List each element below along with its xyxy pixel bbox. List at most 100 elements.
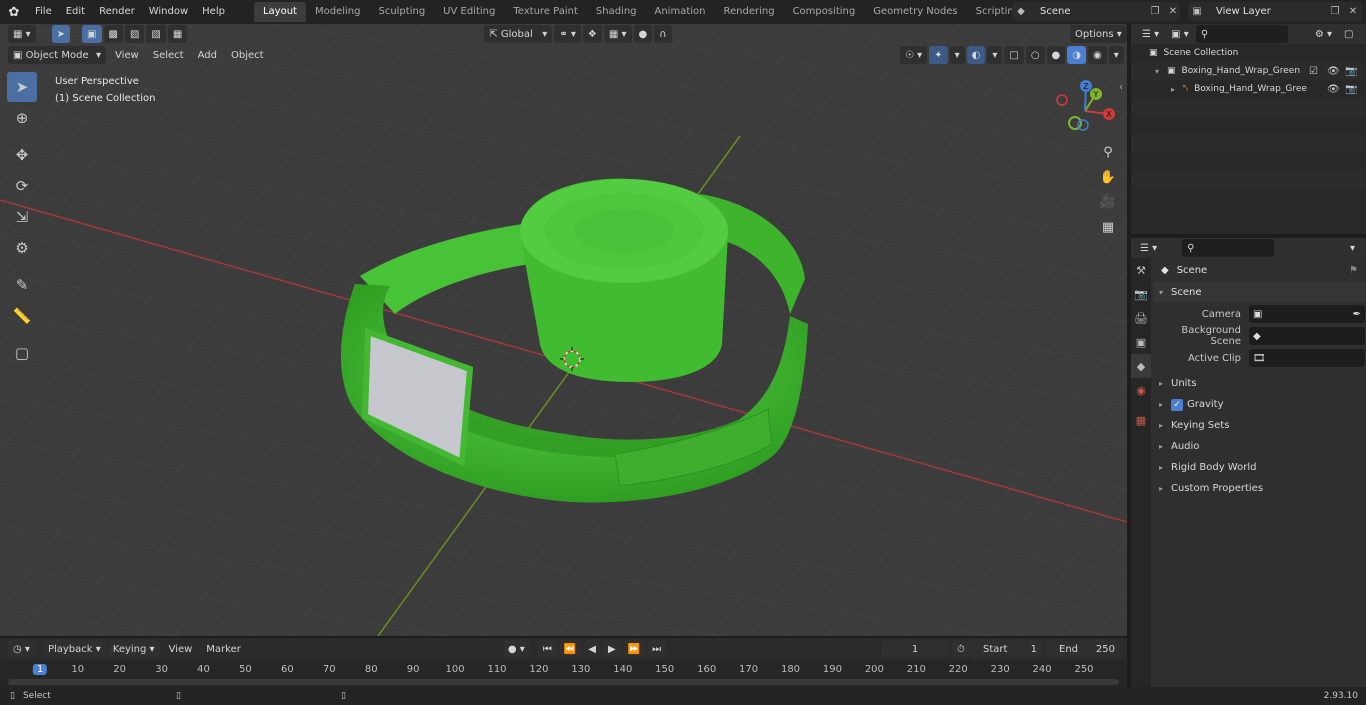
prev-keyframe-icon[interactable]: ⏪ [558, 640, 582, 658]
xray-toggle-icon[interactable]: □ [1004, 46, 1024, 64]
active-clip-field[interactable]: 🎞 [1249, 349, 1365, 367]
transform-orientation-select[interactable]: ⇱ Global ▾ [484, 25, 553, 43]
neg-x-handle[interactable] [1056, 94, 1068, 106]
outliner-row-scene-collection[interactable]: ▣ Scene Collection [1131, 44, 1366, 62]
tool-tab-icon[interactable]: ⚒ [1131, 258, 1151, 282]
overlay-menu-button[interactable]: ▾ [987, 46, 1003, 64]
playback-menu[interactable]: Playback ▾ [42, 640, 106, 658]
filter-icon[interactable]: ⚙ ▾ [1309, 25, 1337, 43]
render-camera-icon[interactable]: 📷 [1345, 84, 1357, 95]
outliner-row-object[interactable]: ▸ ⤣ Boxing_Hand_Wrap_Gree 👁 📷 [1131, 80, 1366, 98]
new-collection-icon[interactable]: ▢ [1339, 25, 1359, 43]
tab-layout[interactable]: Layout [253, 2, 306, 22]
move-tool-icon[interactable]: ✥ [7, 140, 37, 170]
outliner-editor-type-button[interactable]: ☰ ▾ [1137, 25, 1165, 43]
measure-tool-icon[interactable]: 📏 [7, 301, 37, 331]
properties-search-input[interactable]: ⚲ [1182, 239, 1275, 257]
camera-field[interactable]: ▣ ✒ [1249, 305, 1365, 323]
rigid-body-world-panel-header[interactable]: ▸ Rigid Body World [1153, 457, 1366, 478]
keying-sets-panel-header[interactable]: ▸ Keying Sets [1153, 415, 1366, 436]
menu-render[interactable]: Render [92, 0, 142, 24]
view-layer-selector[interactable]: ▣ View Layer ❐ ✕ [1188, 2, 1362, 21]
jump-end-icon[interactable]: ⏭ [647, 640, 667, 658]
visibility-icon[interactable]: ☉ ▾ [900, 46, 928, 64]
editor-type-button[interactable]: ▦ ▾ [8, 25, 36, 43]
tab-rendering[interactable]: Rendering [714, 2, 783, 22]
pin-icon[interactable]: ⚑ [1349, 265, 1358, 276]
keying-menu[interactable]: Keying ▾ [107, 640, 160, 658]
expand-arrow-icon[interactable]: ▾ [1155, 67, 1167, 76]
outliner-row-collection[interactable]: ▾ ▣ Boxing_Hand_Wrap_Green ☑ 👁 📷 [1131, 62, 1366, 80]
timeline-view-menu[interactable]: View [162, 644, 200, 655]
expand-arrow-icon[interactable]: ▸ [1171, 85, 1183, 94]
preview-range-icon[interactable]: ⏱ [952, 640, 970, 658]
menu-edit[interactable]: Edit [59, 0, 92, 24]
timeline-editor-type-button[interactable]: ◷ ▾ [8, 640, 35, 658]
auto-keying-button[interactable]: ● ▾ [502, 640, 530, 658]
snap-toggle-button[interactable]: ❖ [582, 25, 602, 43]
properties-editor-type-button[interactable]: ☰ ▾ [1135, 239, 1163, 257]
pivot-point-button[interactable]: ⚭ ▾ [554, 25, 581, 43]
camera-view-icon[interactable]: 🎥 [1096, 190, 1120, 214]
tab-animation[interactable]: Animation [646, 2, 715, 22]
overlay-toggle-icon[interactable]: ◐ [966, 46, 986, 64]
units-panel-header[interactable]: ▸ Units [1153, 373, 1366, 394]
neg-z-handle[interactable] [1077, 119, 1089, 131]
scene-tab-icon[interactable]: ◆ [1131, 354, 1151, 378]
next-keyframe-icon[interactable]: ⏩ [622, 640, 646, 658]
gizmo-menu-button[interactable]: ▾ [949, 46, 965, 64]
scene-panel-header[interactable]: ▾ Scene [1153, 282, 1366, 302]
blender-logo-icon[interactable]: ✿ [0, 0, 28, 24]
end-frame-field[interactable]: End 250 [1046, 640, 1120, 658]
render-tab-icon[interactable]: 📷 [1131, 282, 1151, 306]
select-mode-new-button[interactable]: ▣ [82, 25, 102, 43]
menu-help[interactable]: Help [195, 0, 232, 24]
options-button[interactable]: Options ▾ [1070, 25, 1127, 43]
render-camera-icon[interactable]: 📷 [1345, 66, 1357, 77]
tab-uv-editing[interactable]: UV Editing [434, 2, 504, 22]
tab-sculpting[interactable]: Sculpting [369, 2, 434, 22]
menu-window[interactable]: Window [142, 0, 195, 24]
play-icon[interactable]: ▶ [602, 640, 621, 658]
add-cube-tool-icon[interactable]: ▢ [7, 338, 37, 368]
start-frame-field[interactable]: Start 1 [970, 640, 1042, 658]
scene-selector[interactable]: ◆ Scene ❐ ✕ [1012, 2, 1180, 21]
copy-scene-icon[interactable]: ❐ [1146, 3, 1164, 21]
outliner-search-input[interactable]: ⚲ [1195, 25, 1288, 43]
tab-shading[interactable]: Shading [587, 2, 646, 22]
cursor-tool-icon[interactable]: ⊕ [7, 103, 37, 133]
menu-view[interactable]: View [108, 50, 146, 61]
gravity-checkbox[interactable]: ✓ [1171, 398, 1183, 411]
pan-hand-icon[interactable]: ✋ [1096, 165, 1120, 189]
proportional-falloff-button[interactable]: ∩ [654, 25, 672, 43]
select-tool-button[interactable]: ➤ [51, 25, 71, 43]
select-mode-subtract-button[interactable]: ▨ [124, 25, 145, 43]
tab-compositing[interactable]: Compositing [784, 2, 865, 22]
close-view-layer-icon[interactable]: ✕ [1344, 3, 1362, 21]
visibility-eye-icon[interactable]: 👁 [1327, 66, 1340, 77]
timeline-scrollbar[interactable] [8, 679, 1119, 685]
menu-select[interactable]: Select [146, 50, 191, 61]
tab-geometry-nodes[interactable]: Geometry Nodes [864, 2, 966, 22]
jump-start-icon[interactable]: ⏮ [537, 640, 557, 658]
annotate-tool-icon[interactable]: ✎ [7, 270, 37, 300]
3d-viewport[interactable]: ▦ ▾ ➤ ▣ ▩ ▨ ▧ ▦ ⇱ Global ▾ ⚭ ▾ ❖ ▦ ▾ ● ∩… [0, 24, 1127, 636]
scale-tool-icon[interactable]: ⇲ [7, 202, 37, 232]
display-mode-button[interactable]: ▣ ▾ [1166, 25, 1194, 43]
transform-tool-icon[interactable]: ⚙ [7, 233, 37, 263]
menu-file[interactable]: File [28, 0, 59, 24]
gravity-panel-header[interactable]: ▸ ✓ Gravity [1153, 394, 1366, 415]
timeline-marker-menu[interactable]: Marker [199, 644, 248, 655]
close-scene-icon[interactable]: ✕ [1164, 3, 1182, 21]
custom-properties-panel-header[interactable]: ▸ Custom Properties [1153, 478, 1366, 499]
select-mode-intersect-button[interactable]: ▦ [167, 25, 188, 43]
menu-add[interactable]: Add [191, 50, 224, 61]
rendered-shading-icon[interactable]: ◉ [1088, 46, 1107, 64]
rotate-tool-icon[interactable]: ⟳ [7, 171, 37, 201]
solid-shading-icon[interactable]: ● [1046, 46, 1066, 64]
current-frame-field[interactable]: 1 [882, 640, 948, 658]
shading-menu-button[interactable]: ▾ [1108, 46, 1124, 64]
audio-panel-header[interactable]: ▸ Audio [1153, 436, 1366, 457]
visibility-eye-icon[interactable]: 👁 [1327, 84, 1340, 95]
view-layer-tab-icon[interactable]: ▣ [1131, 330, 1151, 354]
